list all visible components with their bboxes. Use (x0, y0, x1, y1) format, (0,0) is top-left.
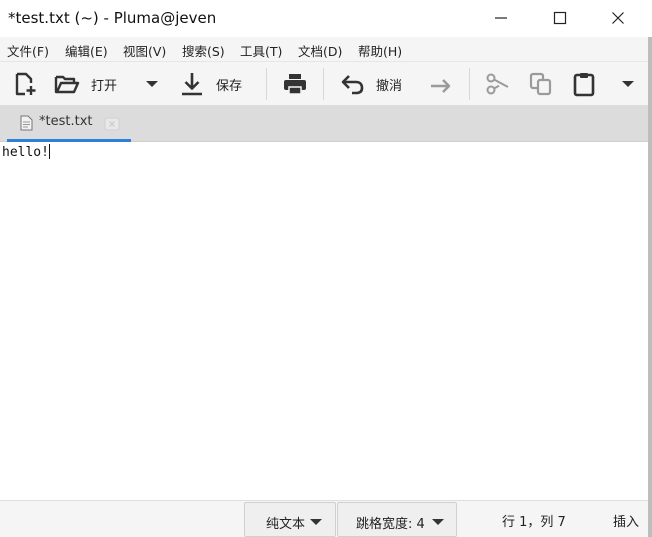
text-file-icon (20, 115, 33, 131)
print-button[interactable] (278, 69, 312, 99)
toolbar: 打开 保存 撤消 (0, 62, 652, 106)
insert-mode: 插入 (613, 515, 640, 530)
close-icon (612, 12, 624, 24)
editor-content: hello! (2, 145, 49, 160)
chevron-down-icon (622, 81, 634, 87)
menu-file[interactable]: 文件(F) (7, 41, 49, 60)
text-cursor (48, 144, 50, 159)
menu-help[interactable]: 帮助(H) (358, 41, 402, 60)
toolbar-separator (469, 68, 470, 100)
syntax-mode-label: 纯文本 (266, 517, 306, 532)
clipboard-paste-icon (573, 73, 595, 97)
minimize-icon (495, 17, 507, 19)
undo-button[interactable] (336, 69, 368, 99)
cut-button[interactable] (481, 69, 513, 99)
toolbar-overflow-button[interactable] (616, 69, 640, 99)
minimize-button[interactable] (478, 4, 524, 32)
paste-button[interactable] (568, 69, 600, 99)
syntax-mode-dropdown[interactable]: 纯文本 (244, 502, 336, 537)
editor-line-1: hello! (2, 144, 50, 160)
open-label[interactable]: 打开 (91, 75, 117, 94)
save-label[interactable]: 保存 (216, 75, 242, 94)
tab-width-label: 跳格宽度: 4 (356, 517, 425, 532)
printer-icon (284, 74, 306, 95)
tab-label: *test.txt (39, 114, 93, 129)
scissors-icon (486, 73, 509, 95)
close-button[interactable] (595, 4, 641, 32)
open-dropdown-button[interactable] (140, 69, 164, 99)
new-button[interactable] (8, 69, 42, 99)
toolbar-separator (266, 68, 267, 100)
chevron-down-icon (146, 81, 158, 87)
menu-view[interactable]: 视图(V) (123, 41, 166, 60)
window-right-border (648, 37, 652, 537)
copy-button[interactable] (525, 69, 557, 99)
undo-label[interactable]: 撤消 (376, 75, 402, 94)
menu-search[interactable]: 搜索(S) (182, 41, 225, 60)
maximize-icon (553, 11, 567, 25)
copy-icon (529, 72, 552, 96)
window-title: *test.txt (~) - Pluma@jeven (8, 9, 217, 27)
chevron-down-icon (310, 519, 322, 525)
title-bar: *test.txt (~) - Pluma@jeven (0, 0, 652, 37)
open-folder-icon (54, 75, 80, 94)
maximize-button[interactable] (537, 4, 583, 32)
open-button[interactable] (50, 69, 84, 99)
close-tab-icon[interactable] (104, 117, 120, 131)
cursor-position: 行 1，列 7 (502, 515, 566, 530)
download-save-icon (182, 73, 202, 96)
menu-documents[interactable]: 文档(D) (298, 41, 342, 60)
save-button[interactable] (176, 69, 208, 99)
undo-icon (341, 75, 364, 95)
tab-width-dropdown[interactable]: 跳格宽度: 4 (337, 502, 457, 537)
menu-edit[interactable]: 编辑(E) (65, 41, 108, 60)
redo-button[interactable] (424, 69, 458, 99)
menu-tools[interactable]: 工具(T) (240, 41, 282, 60)
chevron-down-icon (432, 519, 444, 525)
new-document-icon (15, 72, 36, 96)
tab-test-txt[interactable]: *test.txt (7, 106, 131, 142)
document-tab-bar: *test.txt (0, 106, 652, 142)
status-bar: 纯文本 跳格宽度: 4 行 1，列 7 插入 (0, 500, 648, 537)
menu-bar: 文件(F) 编辑(E) 视图(V) 搜索(S) 工具(T) 文档(D) 帮助(H… (0, 37, 652, 62)
redo-icon (431, 79, 451, 93)
toolbar-separator (323, 68, 324, 100)
text-editor[interactable]: hello! (0, 142, 648, 500)
